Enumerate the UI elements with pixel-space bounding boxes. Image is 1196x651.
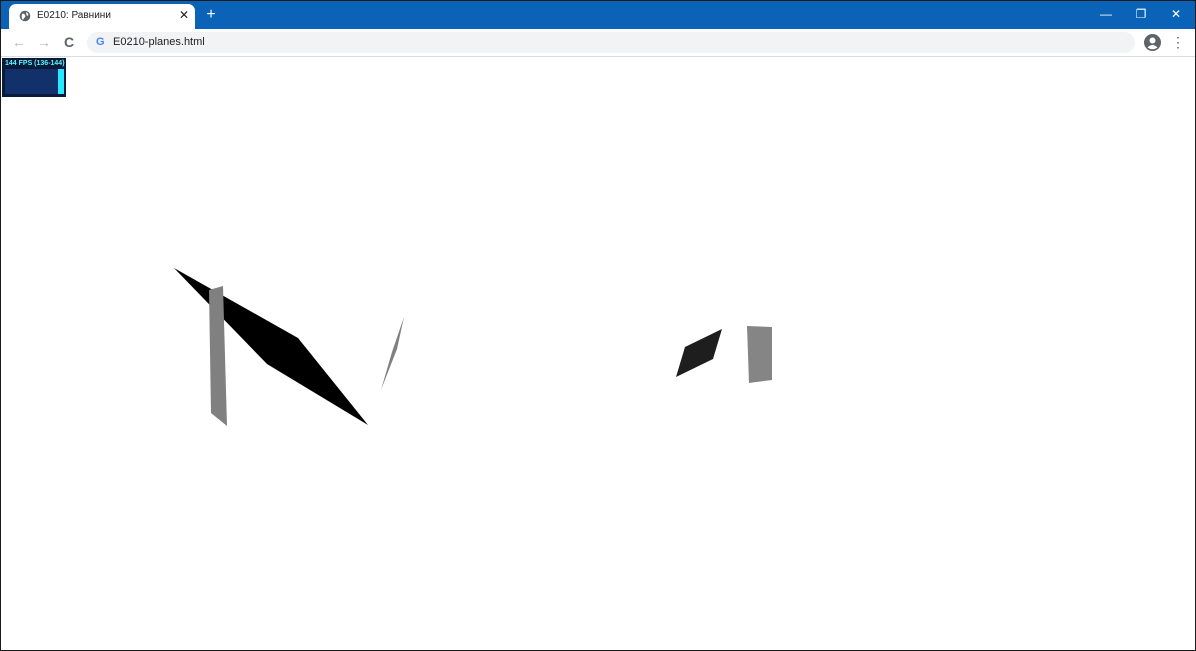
plane-gray-sliver: [381, 317, 404, 390]
menu-icon[interactable]: ⋮: [1171, 34, 1185, 51]
plane-gray-rect: [747, 326, 772, 383]
reload-button[interactable]: C: [61, 34, 77, 50]
plane-dark-small: [676, 329, 722, 377]
tab-title: E0210: Равнини: [37, 10, 111, 21]
google-icon: G: [96, 36, 105, 48]
plane-black-large: [174, 268, 368, 425]
back-button[interactable]: ←: [11, 34, 27, 50]
tab-active[interactable]: E0210: Равнини ✕: [9, 4, 195, 29]
address-bar[interactable]: G E0210-planes.html: [87, 32, 1135, 53]
close-window-button[interactable]: ✕: [1165, 5, 1187, 23]
browser-window: E0210: Равнини ✕ + — ❐ ✕ ← → C G E0210-p…: [0, 0, 1196, 651]
forward-button[interactable]: →: [36, 34, 52, 50]
url-text: E0210-planes.html: [113, 36, 205, 48]
minimize-button[interactable]: —: [1095, 5, 1117, 23]
new-tab-button[interactable]: +: [203, 7, 219, 23]
globe-icon: [19, 10, 31, 22]
browser-toolbar: ← → C G E0210-planes.html ⋮: [1, 29, 1195, 57]
restore-button[interactable]: ❐: [1130, 5, 1152, 23]
profile-icon[interactable]: [1144, 34, 1161, 51]
title-bar: E0210: Равнини ✕ + — ❐ ✕: [1, 1, 1195, 29]
3d-scene-canvas: [174, 268, 772, 426]
page-viewport: 144 FPS (136-144): [1, 57, 1195, 650]
tab-close-icon[interactable]: ✕: [177, 8, 191, 22]
